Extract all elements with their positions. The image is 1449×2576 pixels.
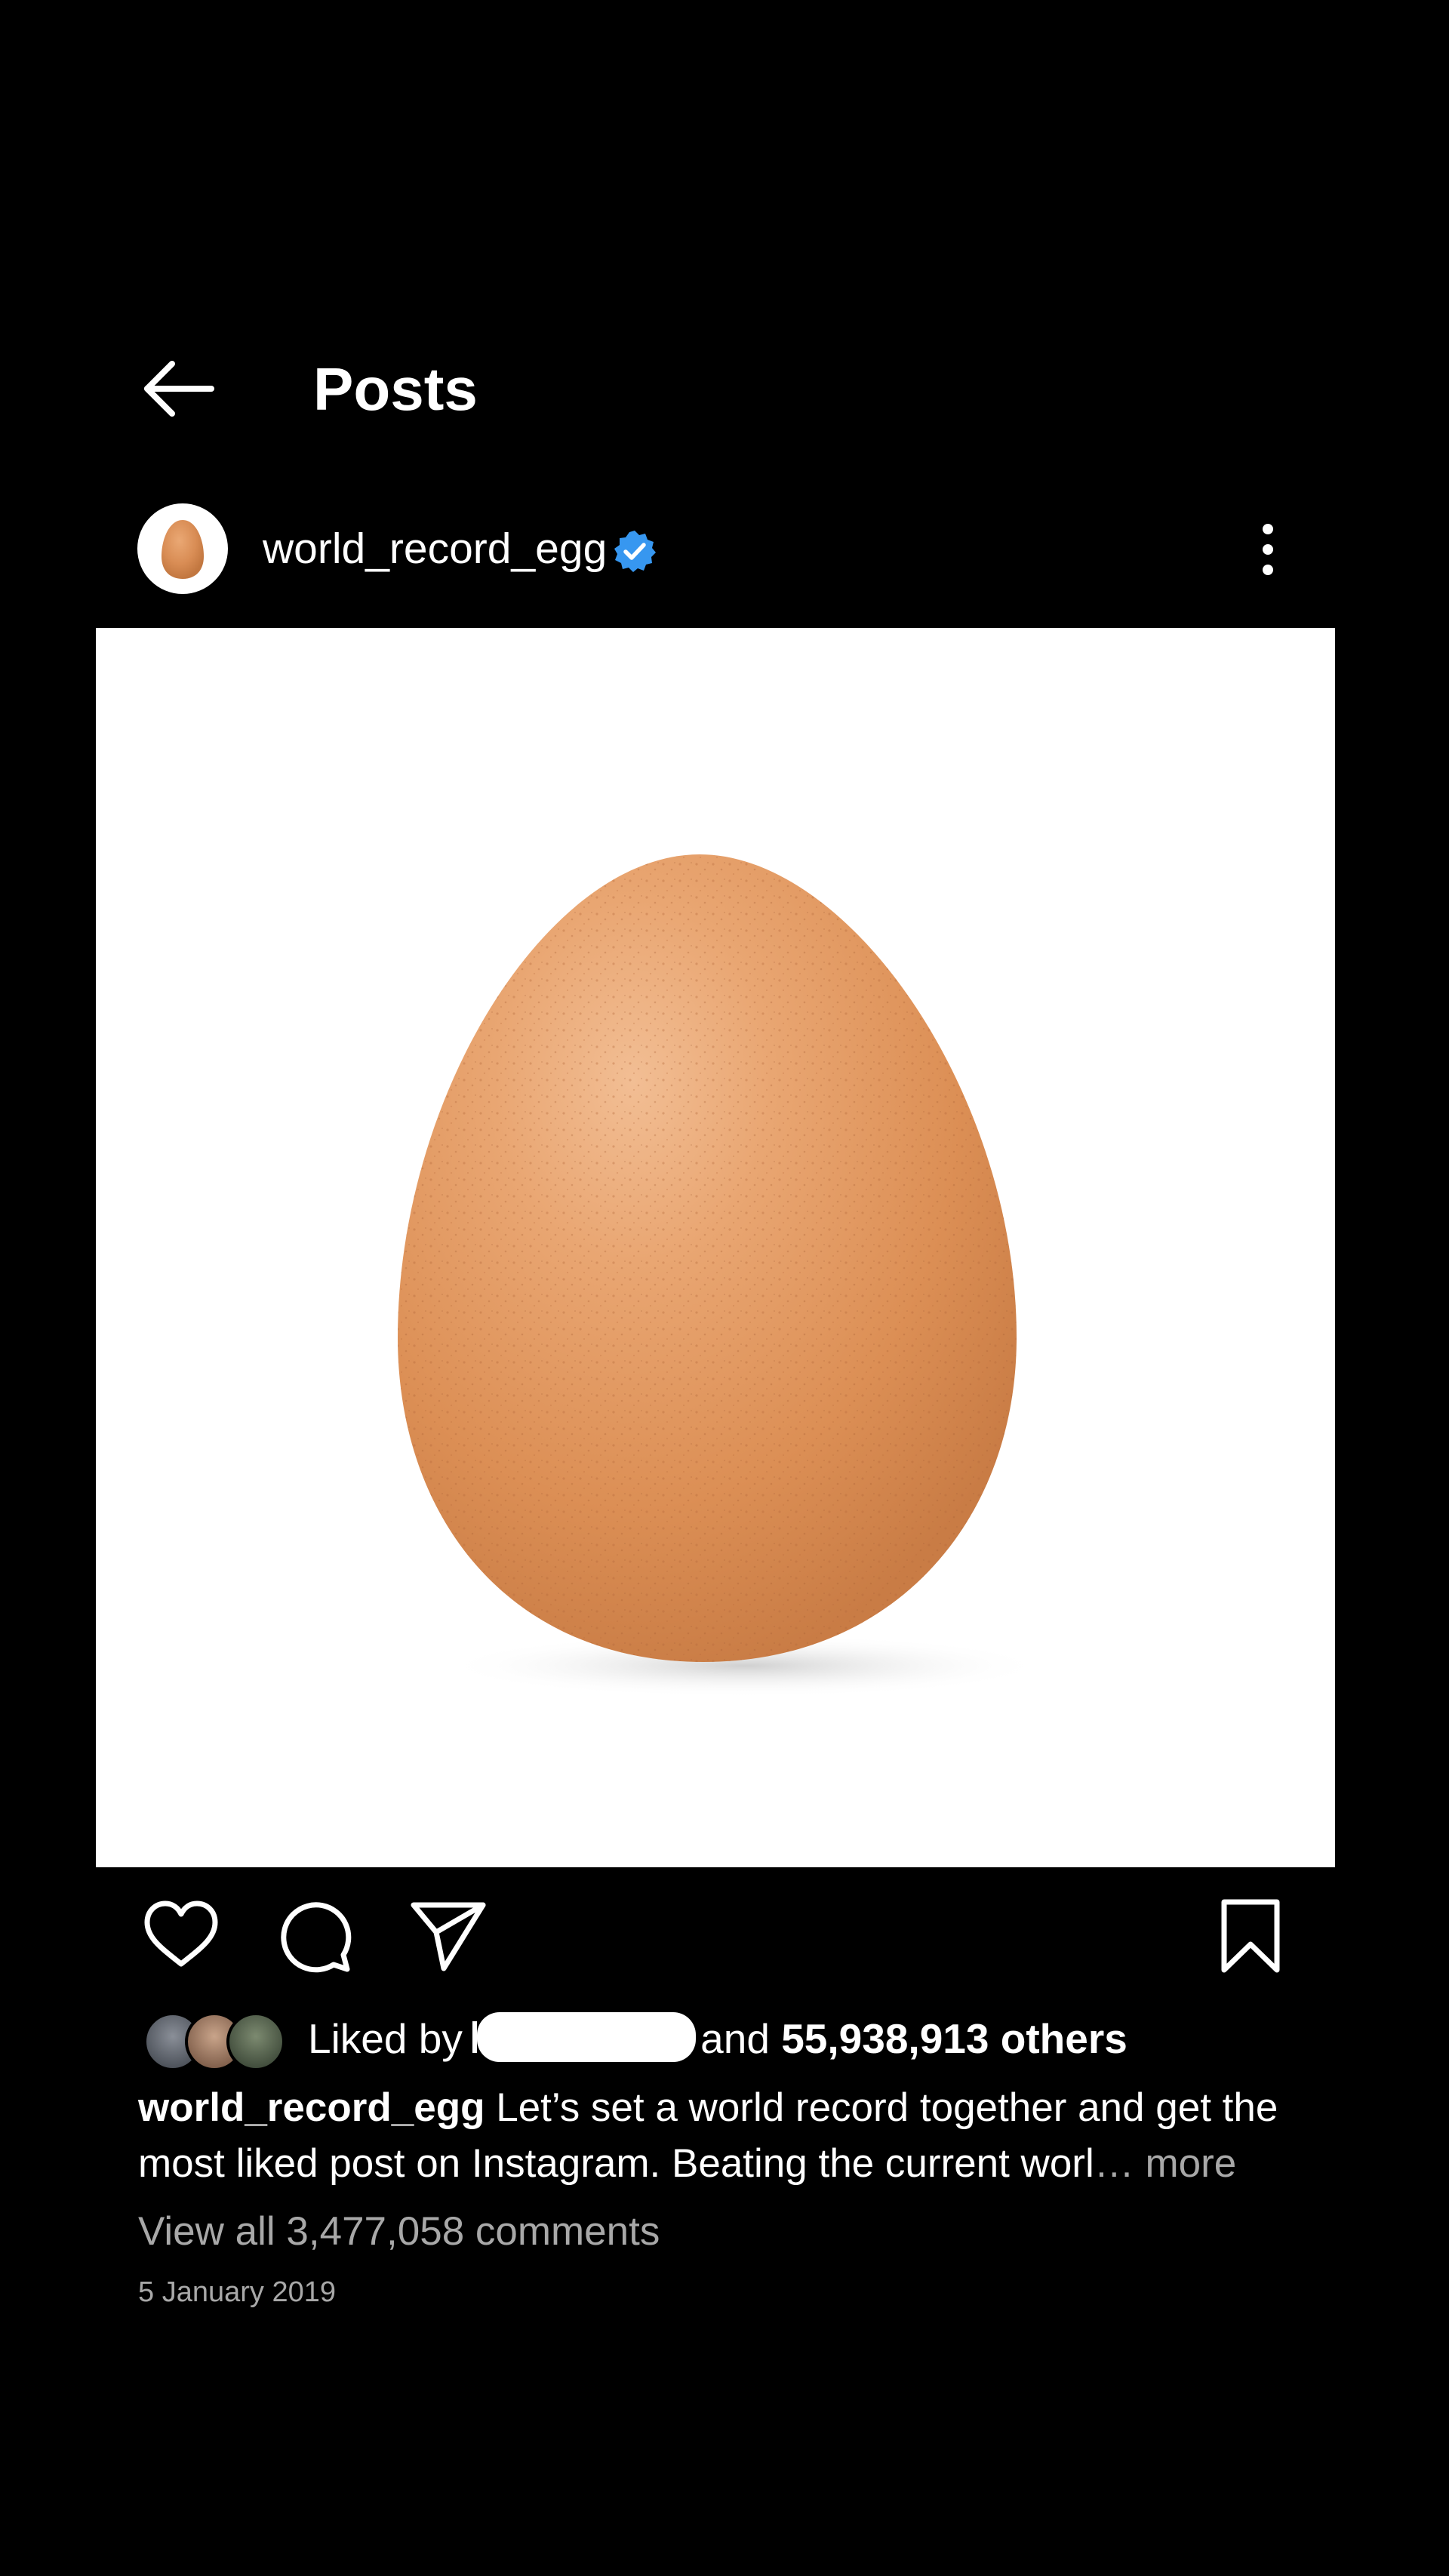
post-date: 5 January 2019 bbox=[138, 2276, 336, 2308]
post-header: world_record_egg bbox=[0, 498, 1449, 600]
more-options-button[interactable] bbox=[1238, 519, 1298, 580]
view-comments-link[interactable]: View all 3,477,058 comments bbox=[138, 2205, 660, 2258]
post-action-bar bbox=[0, 1894, 1449, 1977]
back-button[interactable] bbox=[136, 355, 219, 423]
send-icon bbox=[411, 1902, 486, 1971]
top-app-bar: Posts bbox=[0, 332, 1449, 442]
liked-by-label: Liked by bbox=[308, 2015, 463, 2062]
caption-ellipsis: … bbox=[1094, 2141, 1134, 2186]
liker-avatar bbox=[226, 2012, 285, 2071]
liker-avatars bbox=[143, 2012, 287, 2071]
share-button[interactable] bbox=[408, 1894, 491, 1977]
egg-image bbox=[398, 854, 1047, 1697]
comment-icon bbox=[281, 1902, 352, 1973]
likes-row[interactable]: Liked by and 55,938,913 others bbox=[143, 2008, 1351, 2071]
comment-button[interactable] bbox=[273, 1894, 356, 1977]
egg-avatar-icon bbox=[162, 520, 204, 579]
profile-avatar[interactable] bbox=[137, 503, 228, 594]
redacted-username bbox=[472, 2012, 697, 2062]
more-vertical-icon bbox=[1263, 524, 1273, 575]
like-button[interactable] bbox=[140, 1894, 223, 1977]
bookmark-icon bbox=[1221, 1899, 1280, 1973]
likes-text: Liked by and 55,938,913 others bbox=[308, 2012, 1128, 2065]
arrow-left-icon bbox=[144, 361, 214, 417]
verified-badge-icon bbox=[614, 531, 656, 572]
caption-username[interactable]: world_record_egg bbox=[138, 2085, 485, 2130]
likes-connector: and bbox=[700, 2015, 770, 2062]
post-username[interactable]: world_record_egg bbox=[263, 524, 607, 574]
page-title: Posts bbox=[313, 355, 478, 423]
likes-count[interactable]: 55,938,913 others bbox=[781, 2015, 1128, 2062]
save-button[interactable] bbox=[1209, 1894, 1292, 1977]
post-image[interactable] bbox=[96, 628, 1335, 1867]
post-caption: world_record_egg Let’s set a world recor… bbox=[138, 2080, 1315, 2192]
heart-icon bbox=[144, 1900, 218, 1967]
caption-more-link[interactable]: more bbox=[1145, 2141, 1236, 2186]
